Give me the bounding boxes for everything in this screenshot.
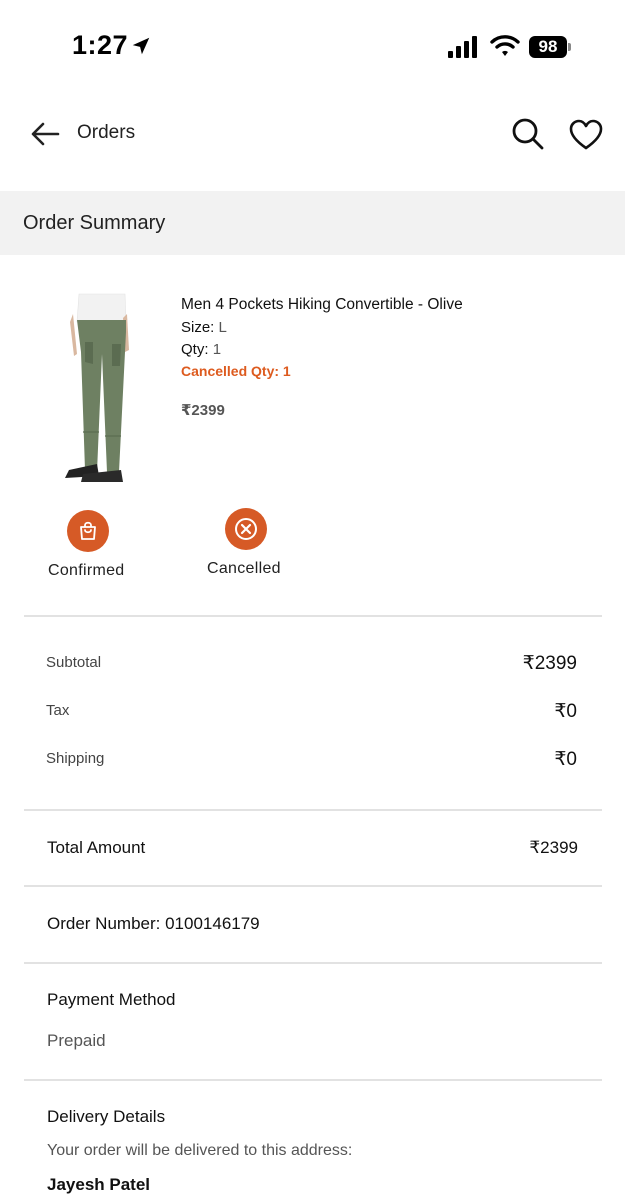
divider — [24, 1079, 602, 1081]
payment-method-title: Payment Method — [47, 990, 176, 1009]
shipping-value: ₹0 — [554, 749, 577, 770]
divider — [24, 809, 602, 811]
cellular-signal-icon — [448, 36, 477, 58]
confirmed-status-badge — [67, 510, 109, 552]
top-nav-bar: Orders — [0, 100, 625, 168]
total-amount-value: ₹2399 — [529, 838, 578, 857]
cancelled-status-label: Cancelled — [207, 560, 281, 577]
qty-value: 1 — [212, 341, 222, 358]
delivery-note: Your order will be delivered to this add… — [47, 1142, 353, 1159]
battery-indicator: 98 — [529, 36, 571, 58]
search-icon[interactable] — [511, 117, 545, 151]
delivery-details-title: Delivery Details — [47, 1107, 166, 1126]
shipping-label: Shipping — [46, 750, 105, 767]
subtotal-label: Subtotal — [46, 654, 102, 671]
size-value: L — [218, 319, 227, 336]
status-time: 1:27 — [72, 30, 129, 60]
product-qty: Qty: 1 — [181, 341, 221, 358]
qty-label: Qty: — [181, 341, 209, 358]
close-circle-icon — [235, 518, 257, 540]
shopping-bag-icon — [80, 521, 96, 540]
divider — [24, 885, 602, 887]
page-title: Orders — [77, 122, 136, 143]
product-price: ₹2399 — [181, 402, 225, 419]
order-number: Order Number: 0100146179 — [47, 914, 260, 933]
battery-level: 98 — [529, 36, 567, 58]
confirmed-status-label: Confirmed — [48, 562, 125, 579]
tax-label: Tax — [46, 702, 70, 719]
battery-tip — [568, 43, 571, 51]
status-bar: 1:27 98 — [0, 0, 625, 92]
tax-value: ₹0 — [554, 701, 577, 722]
order-summary-title: Order Summary — [23, 212, 166, 234]
size-label: Size: — [181, 319, 215, 336]
product-image[interactable] — [55, 292, 145, 484]
wifi-icon — [490, 35, 520, 56]
total-amount-label: Total Amount — [47, 838, 146, 857]
cancelled-status-badge — [225, 508, 267, 550]
payment-method-value: Prepaid — [47, 1031, 106, 1050]
order-summary-header: Order Summary — [0, 191, 625, 255]
subtotal-value: ₹2399 — [522, 653, 577, 674]
product-name[interactable]: Men 4 Pockets Hiking Convertible - Olive — [181, 296, 463, 314]
product-size: Size: L — [181, 319, 227, 336]
divider — [24, 615, 602, 617]
location-arrow-icon — [132, 37, 150, 55]
divider — [24, 962, 602, 964]
delivery-name: Jayesh Patel — [47, 1175, 151, 1194]
heart-icon[interactable] — [569, 119, 603, 151]
cancelled-qty: Cancelled Qty: 1 — [181, 363, 291, 379]
back-arrow-icon[interactable] — [30, 120, 60, 148]
